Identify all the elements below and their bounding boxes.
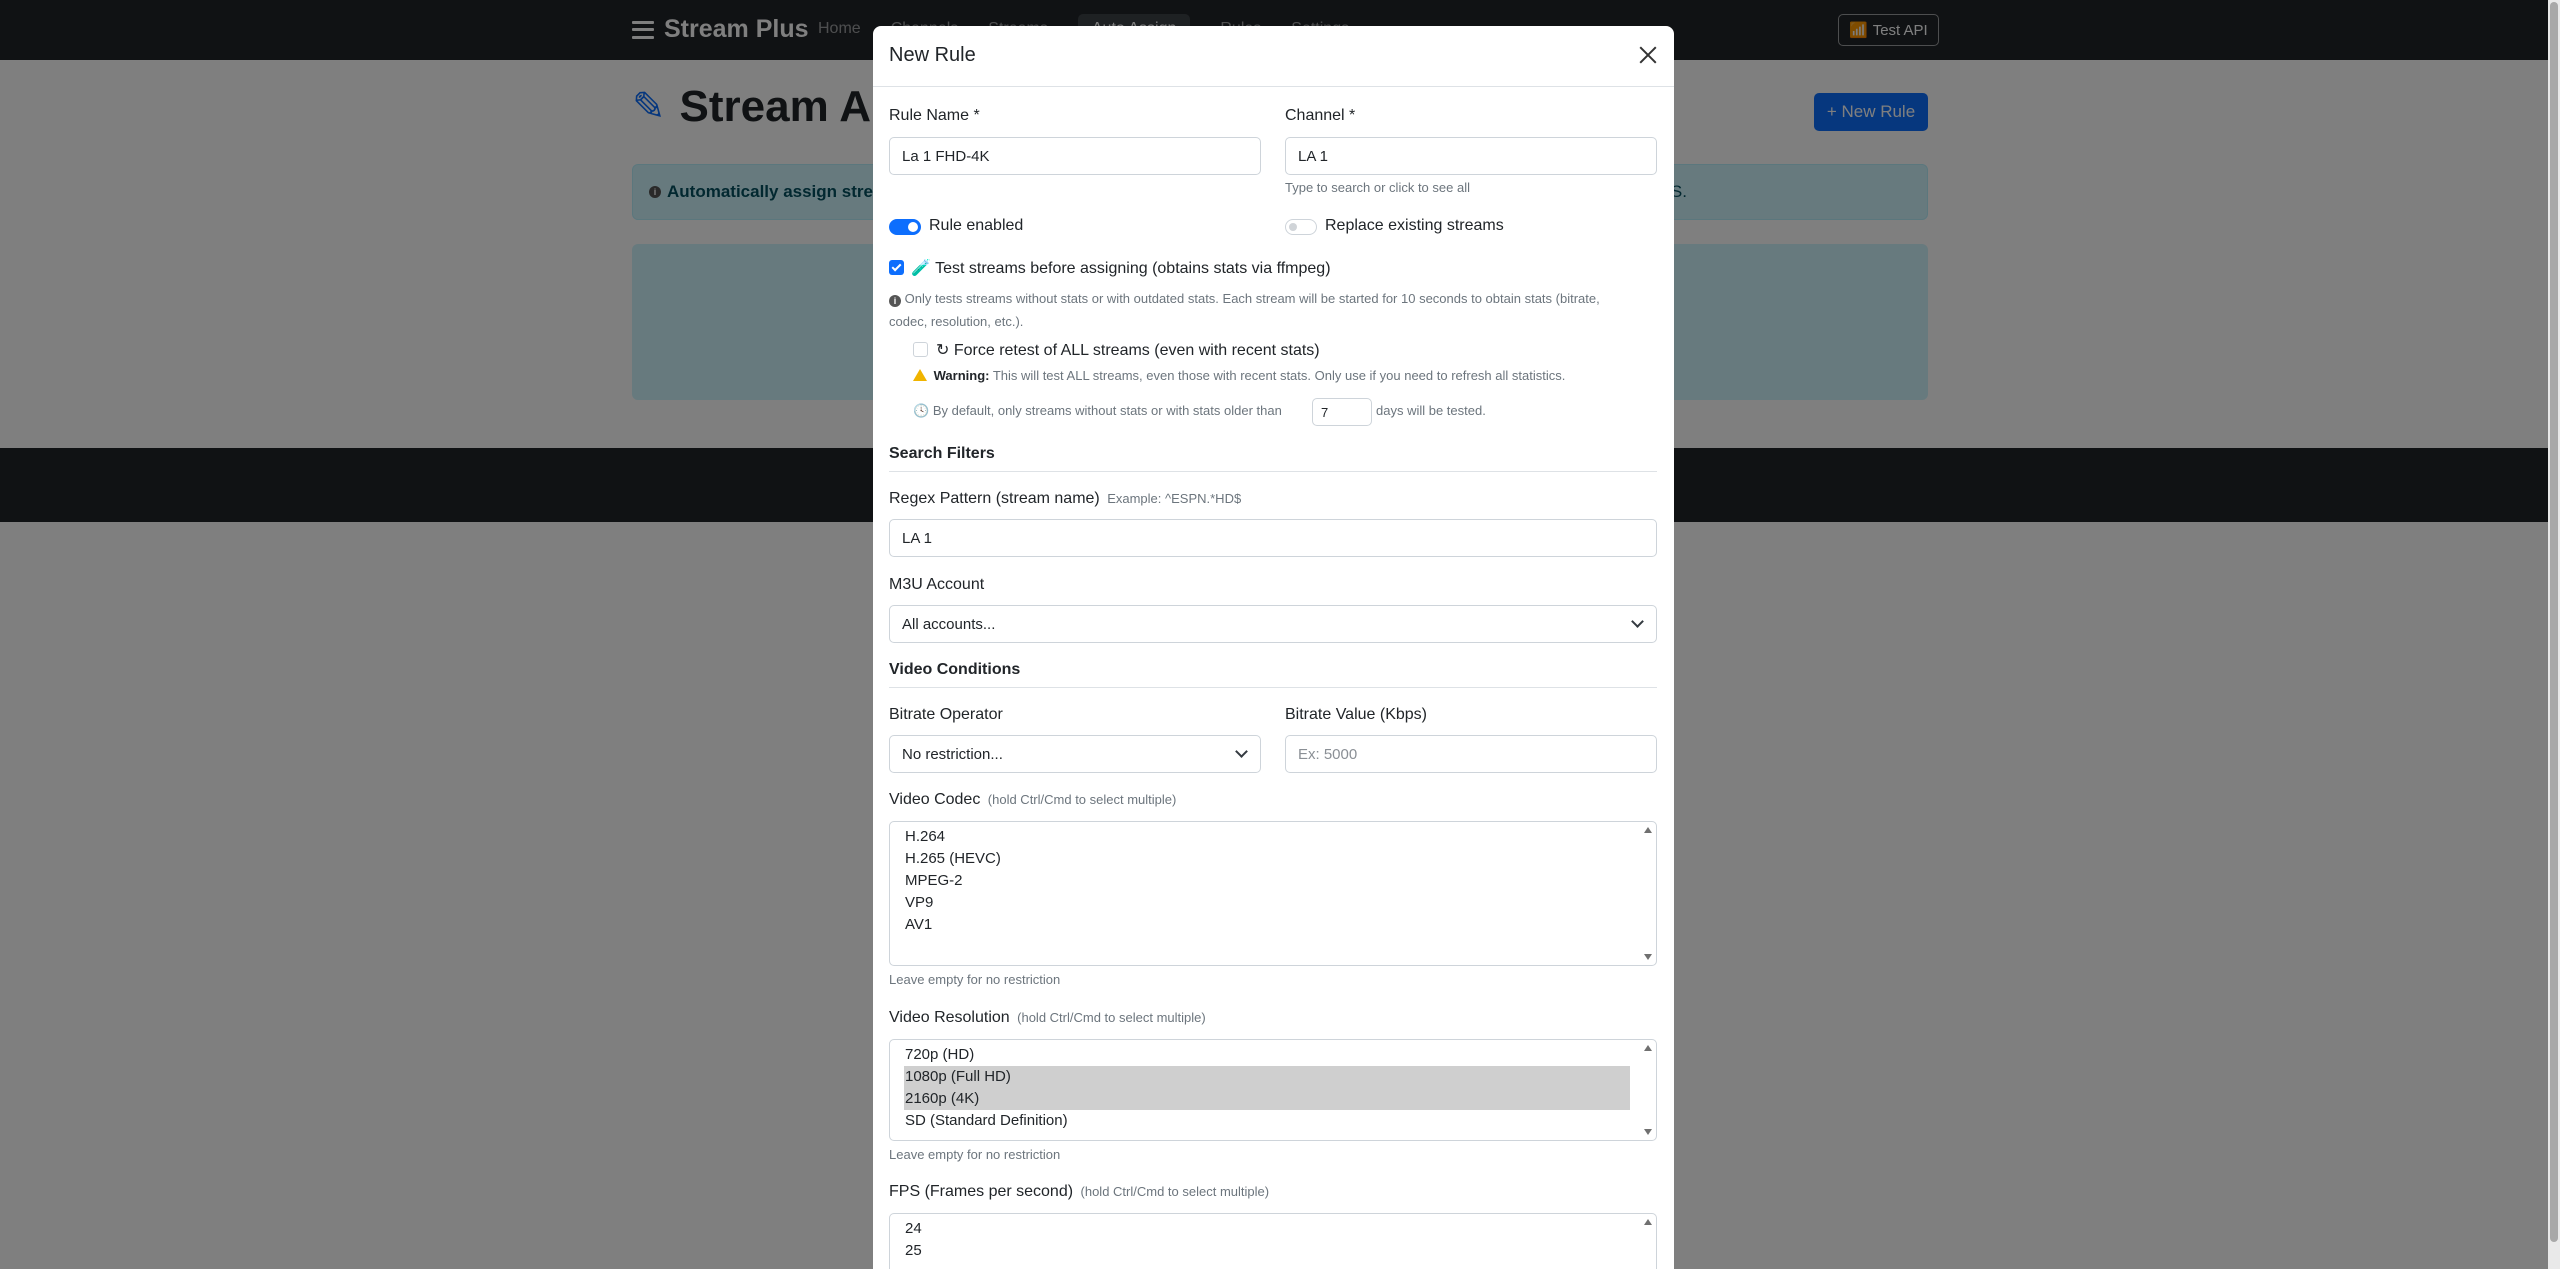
days-prefix: By default, only streams without stats o…: [932, 403, 1282, 418]
channel-input[interactable]: LA 1: [1285, 137, 1657, 175]
chevron-down-icon: [1631, 615, 1644, 628]
scrollbar-thumb[interactable]: [2550, 2, 2558, 1242]
days-input[interactable]: 7: [1312, 398, 1372, 426]
resolution-help: Leave empty for no restriction: [889, 1147, 1061, 1162]
resolution-option-selected[interactable]: 2160p (4K): [904, 1088, 1630, 1110]
codec-label-row: Video Codec (hold Ctrl/Cmd to select mul…: [889, 791, 1176, 809]
codec-option[interactable]: MPEG-2: [904, 870, 1630, 892]
rule-name-input[interactable]: La 1 FHD-4K: [889, 137, 1261, 175]
warning-icon: [913, 369, 927, 381]
fps-hint: (hold Ctrl/Cmd to select multiple): [1080, 1184, 1270, 1199]
replace-streams-switch[interactable]: [1285, 219, 1317, 235]
force-retest-label: Force retest of ALL streams (even with r…: [953, 342, 1320, 359]
search-filters-title: Search Filters: [889, 445, 995, 462]
new-rule-modal: New Rule Rule Name * La 1 FHD-4K Channel…: [873, 26, 1674, 1269]
resolution-listbox[interactable]: 720p (HD) 1080p (Full HD) 2160p (4K) SD …: [889, 1039, 1657, 1141]
bitrate-operator-select[interactable]: No restriction...: [889, 735, 1261, 773]
test-streams-info-line2: codec, resolution, etc.).: [889, 314, 1024, 329]
resolution-option[interactable]: SD (Standard Definition): [904, 1110, 1630, 1132]
divider: [889, 471, 1657, 472]
warning-text: This will test ALL streams, even those w…: [992, 368, 1566, 383]
close-icon[interactable]: [1635, 42, 1661, 68]
modal-title: New Rule: [889, 44, 976, 66]
force-retest-row: ↻ Force retest of ALL streams (even with…: [936, 340, 1320, 360]
scroll-up-icon[interactable]: [1644, 1045, 1652, 1051]
resolution-label-row: Video Resolution (hold Ctrl/Cmd to selec…: [889, 1009, 1206, 1027]
bitrate-value-input[interactable]: Ex: 5000: [1285, 735, 1657, 773]
codec-listbox[interactable]: H.264 H.265 (HEVC) MPEG-2 VP9 AV1: [889, 821, 1657, 966]
regex-input[interactable]: LA 1: [889, 519, 1657, 557]
fps-label: FPS (Frames per second): [889, 1183, 1074, 1200]
page-scrollbar[interactable]: [2548, 0, 2560, 1269]
refresh-icon: ↻: [936, 342, 950, 359]
codec-option[interactable]: AV1: [904, 914, 1630, 936]
codec-help: Leave empty for no restriction: [889, 972, 1061, 987]
clock-icon: 🕓: [913, 403, 930, 418]
scroll-down-icon[interactable]: [1644, 1129, 1652, 1135]
replace-streams-label: Replace existing streams: [1325, 217, 1504, 234]
bitrate-operator-value: No restriction...: [902, 745, 1003, 763]
days-suffix: days will be tested.: [1376, 403, 1486, 418]
regex-label: Regex Pattern (stream name): [889, 490, 1100, 507]
scroll-up-icon[interactable]: [1644, 827, 1652, 833]
m3u-select-value: All accounts...: [902, 615, 996, 633]
resolution-label: Video Resolution: [889, 1009, 1010, 1026]
test-streams-info-line1: Only tests streams without stats or with…: [904, 291, 1600, 306]
force-retest-warning: Warning: This will test ALL streams, eve…: [913, 368, 1565, 383]
bitrate-operator-label: Bitrate Operator: [889, 706, 1003, 723]
fps-listbox[interactable]: 24 25: [889, 1213, 1657, 1269]
regex-hint: Example: ^ESPN.*HD$: [1107, 491, 1242, 506]
test-streams-info: i Only tests streams without stats or wi…: [889, 287, 1600, 333]
resolution-option-selected[interactable]: 1080p (Full HD): [904, 1066, 1630, 1088]
channel-help: Type to search or click to see all: [1285, 180, 1470, 195]
scroll-up-icon[interactable]: [1644, 1219, 1652, 1225]
divider: [889, 687, 1657, 688]
channel-label: Channel *: [1285, 107, 1356, 124]
m3u-label: M3U Account: [889, 576, 985, 593]
rule-name-label: Rule Name *: [889, 107, 980, 124]
codec-label: Video Codec: [889, 791, 981, 808]
scroll-down-icon[interactable]: [1644, 954, 1652, 960]
codec-option[interactable]: H.264: [904, 826, 1630, 848]
fps-label-row: FPS (Frames per second) (hold Ctrl/Cmd t…: [889, 1183, 1269, 1201]
regex-label-row: Regex Pattern (stream name) Example: ^ES…: [889, 490, 1241, 508]
bitrate-value-label: Bitrate Value (Kbps): [1285, 706, 1427, 723]
warning-bold: Warning:: [933, 368, 990, 383]
fps-option[interactable]: 25: [904, 1240, 1630, 1262]
days-info: 🕓 By default, only streams without stats…: [913, 403, 1282, 419]
resolution-option[interactable]: 720p (HD): [904, 1044, 1630, 1066]
codec-option[interactable]: H.265 (HEVC): [904, 848, 1630, 870]
modal-header: New Rule: [873, 26, 1674, 87]
rule-enabled-switch[interactable]: [889, 219, 921, 235]
resolution-hint: (hold Ctrl/Cmd to select multiple): [1017, 1010, 1206, 1025]
codec-hint: (hold Ctrl/Cmd to select multiple): [987, 792, 1177, 807]
chevron-down-icon: [1235, 745, 1248, 758]
test-streams-checkbox[interactable]: [889, 260, 904, 275]
codec-option[interactable]: VP9: [904, 892, 1630, 914]
force-retest-checkbox[interactable]: [913, 342, 928, 357]
video-conditions-title: Video Conditions: [889, 661, 1021, 678]
rule-enabled-label: Rule enabled: [929, 217, 1024, 234]
m3u-select[interactable]: All accounts...: [889, 605, 1657, 643]
info-icon: i: [889, 295, 901, 307]
test-streams-label: 🧪 Test streams before assigning (obtains…: [911, 260, 1331, 277]
fps-option[interactable]: 24: [904, 1218, 1630, 1240]
